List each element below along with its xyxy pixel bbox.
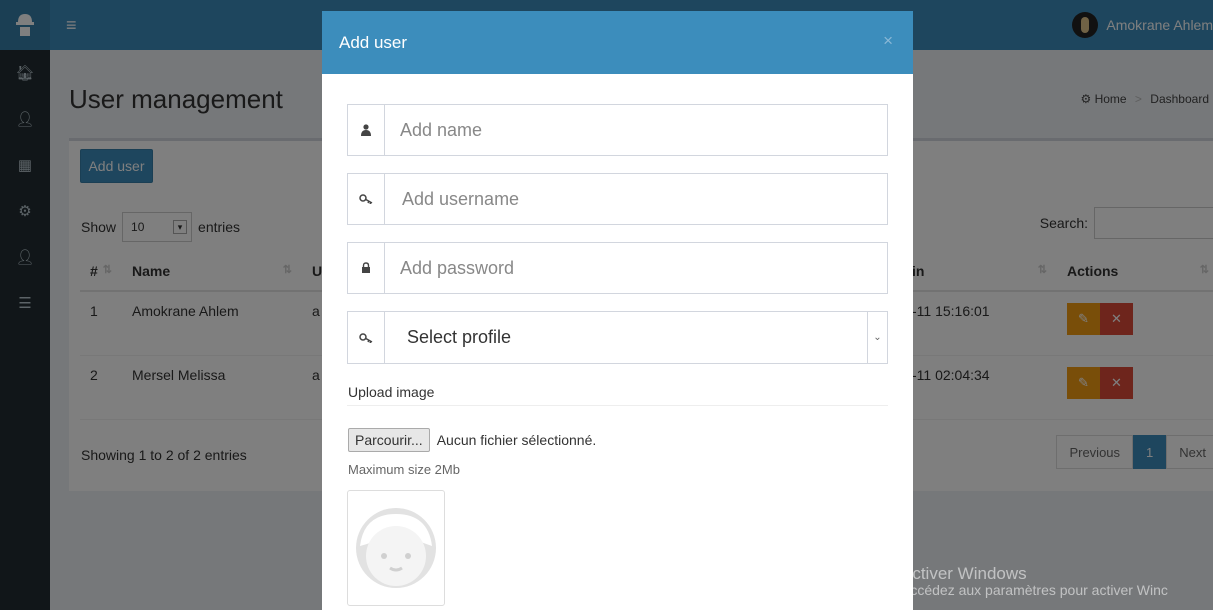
face-icon <box>356 508 436 588</box>
profile-select[interactable]: Select profile ⌄ <box>347 311 888 364</box>
watermark-title: Activer Windows <box>901 564 1027 583</box>
chevron-down-icon: ⌄ <box>867 312 887 363</box>
password-field[interactable]: Add password <box>347 242 888 294</box>
max-size-hint: Maximum size 2Mb <box>348 462 460 477</box>
add-user-modal: Add user × Add name Add username Add pas… <box>322 11 913 610</box>
lock-icon <box>348 243 385 293</box>
watermark-subtitle: Accédez aux paramètres pour activer Winc <box>901 581 1168 598</box>
file-input: Parcourir... Aucun fichier sélectionné. <box>348 428 596 452</box>
windows-activation-watermark: Activer Windows Accédez aux paramètres p… <box>901 565 1168 598</box>
file-status: Aucun fichier sélectionné. <box>436 432 597 448</box>
browse-button[interactable]: Parcourir... <box>348 428 430 452</box>
key-icon <box>348 174 385 224</box>
user-icon <box>348 105 385 155</box>
divider <box>347 405 888 406</box>
modal-header: Add user × <box>322 11 913 74</box>
close-icon[interactable]: × <box>883 31 893 51</box>
key-icon <box>348 312 385 363</box>
username-field[interactable]: Add username <box>347 173 888 225</box>
name-field[interactable]: Add name <box>347 104 888 156</box>
profile-select-value: Select profile <box>407 327 512 347</box>
upload-image-label: Upload image <box>348 384 435 400</box>
avatar-preview <box>347 490 445 606</box>
name-input[interactable]: Add name <box>385 120 482 141</box>
username-input[interactable]: Add username <box>385 189 519 210</box>
modal-title: Add user <box>339 32 408 52</box>
password-input[interactable]: Add password <box>385 258 514 279</box>
